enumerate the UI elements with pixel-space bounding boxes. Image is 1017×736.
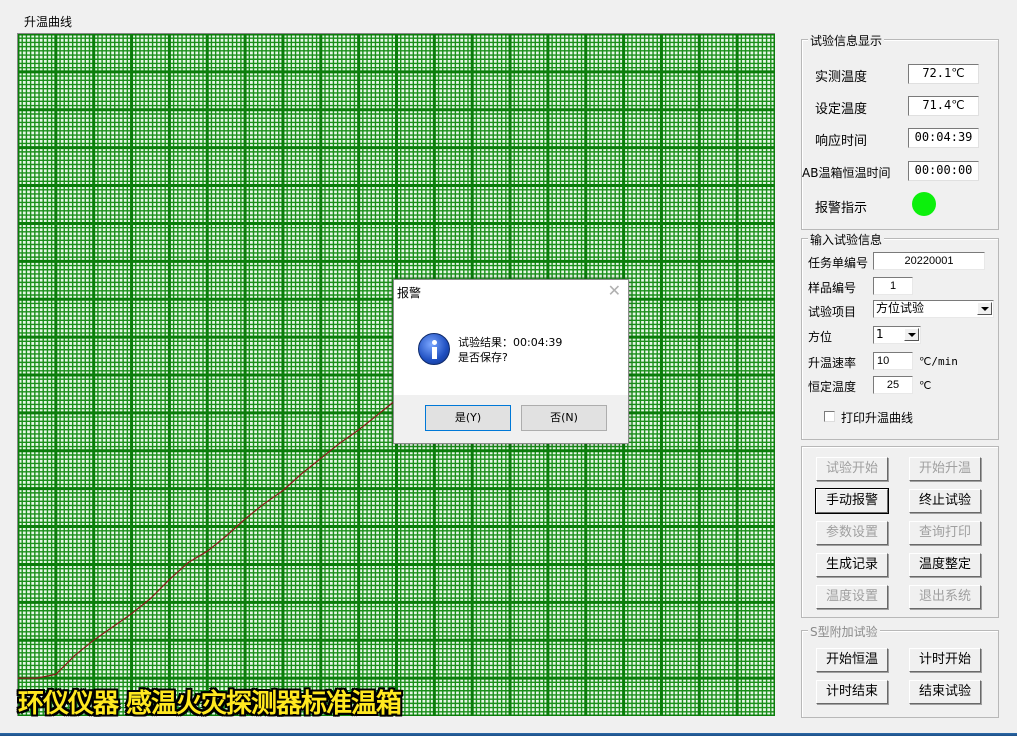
temp-calibrate-button[interactable]: 温度整定 — [909, 553, 981, 577]
s-test-group: S型附加试验 — [801, 623, 999, 718]
chevron-down-icon[interactable] — [977, 302, 992, 315]
dialog-footer: 是(Y) 否(N) — [394, 395, 628, 443]
param-settings-button[interactable]: 参数设置 — [816, 521, 888, 545]
orientation-select[interactable]: 1 — [873, 326, 921, 344]
test-info-title: 试验信息显示 — [808, 32, 885, 49]
dialog-title: 报警 — [397, 286, 422, 300]
const-temp-unit: ℃ — [919, 379, 932, 392]
curve-point — [168, 579, 170, 581]
generate-record-button[interactable]: 生成记录 — [816, 553, 888, 577]
sample-no-input[interactable] — [873, 277, 913, 295]
task-no-label: 任务单编号 — [808, 256, 869, 270]
s-test-title: S型附加试验 — [808, 623, 880, 640]
alarm-indicator-led — [912, 192, 936, 216]
curve-point — [93, 639, 95, 641]
curve-point — [320, 457, 322, 459]
const-temp-input[interactable] — [873, 376, 913, 394]
timer-start-button[interactable]: 计时开始 — [909, 648, 981, 672]
timer-end-button[interactable]: 计时结束 — [816, 680, 888, 704]
response-time-label: 响应时间 — [815, 134, 868, 149]
curve-point — [36, 677, 38, 679]
dialog-message-result: 试验结果：00:04:39 — [458, 336, 563, 349]
print-curve-checkbox[interactable] — [824, 411, 835, 422]
set-temp-value: 71.4℃ — [908, 96, 979, 116]
curve-point — [301, 472, 303, 475]
ab-constant-time-value: 00:00:00 — [908, 161, 979, 181]
dialog-message-question: 是否保存? — [458, 351, 508, 364]
chevron-down-icon[interactable] — [904, 328, 919, 341]
ab-constant-time-label: AB温箱恒温时间 — [802, 166, 891, 180]
set-temp-label: 设定温度 — [815, 102, 868, 117]
curve-point — [263, 503, 265, 505]
info-icon — [418, 333, 450, 365]
response-time-value: 00:04:39 — [908, 128, 979, 148]
chart-title: 升温曲线 — [24, 15, 73, 29]
end-test-button[interactable]: 结束试验 — [909, 680, 981, 704]
curve-point — [282, 490, 284, 492]
no-button[interactable]: 否(N) — [521, 405, 607, 431]
curve-point — [339, 442, 341, 444]
curve-point — [225, 535, 227, 537]
curve-point — [244, 518, 246, 520]
input-info-title: 输入试验信息 — [808, 231, 885, 248]
start-heating-button[interactable]: 开始升温 — [909, 457, 981, 481]
test-item-label: 试验项目 — [808, 305, 857, 319]
curve-point — [131, 613, 133, 615]
orientation-label: 方位 — [808, 330, 833, 344]
start-test-button[interactable]: 试验开始 — [816, 457, 888, 481]
curve-point — [358, 429, 360, 431]
test-item-selected: 方位试验 — [876, 301, 925, 315]
manual-alarm-button[interactable]: 手动报警 — [815, 488, 889, 514]
alarm-indicator-label: 报警指示 — [815, 201, 868, 216]
print-curve-label: 打印升温曲线 — [841, 411, 914, 425]
query-print-button[interactable]: 查询打印 — [909, 521, 981, 545]
heating-rate-label: 升温速率 — [808, 356, 857, 370]
curve-point — [55, 673, 57, 675]
orientation-selected: 1 — [876, 327, 884, 341]
curve-point — [149, 597, 152, 600]
start-constant-temp-button[interactable]: 开始恒温 — [816, 648, 888, 672]
brand-banner: 环仪仪器 感温火灾探测器标准温箱 — [18, 689, 402, 719]
yes-button[interactable]: 是(Y) — [425, 405, 511, 431]
sample-no-label: 样品编号 — [808, 281, 857, 295]
exit-system-button[interactable]: 退出系统 — [909, 585, 981, 609]
close-icon[interactable]: ✕ — [608, 281, 621, 300]
measured-temp-label: 实测温度 — [815, 70, 868, 85]
measured-temp-value: 72.1℃ — [908, 64, 979, 84]
curve-point — [187, 561, 189, 564]
curve-point — [112, 626, 114, 628]
const-temp-label: 恒定温度 — [808, 380, 857, 394]
heating-rate-unit: ℃/min — [919, 355, 958, 368]
curve-point — [377, 414, 379, 416]
test-item-select[interactable]: 方位试验 — [873, 300, 994, 318]
stop-test-button[interactable]: 终止试验 — [909, 489, 981, 513]
task-no-input[interactable] — [873, 252, 985, 270]
curve-point — [74, 654, 76, 657]
alarm-dialog: 报警 ✕ 试验结果：00:04:39 是否保存? 是(Y) 否(N) — [393, 279, 629, 444]
curve-point — [206, 550, 208, 552]
temp-settings-button[interactable]: 温度设置 — [816, 585, 888, 609]
heating-rate-input[interactable] — [873, 352, 913, 370]
